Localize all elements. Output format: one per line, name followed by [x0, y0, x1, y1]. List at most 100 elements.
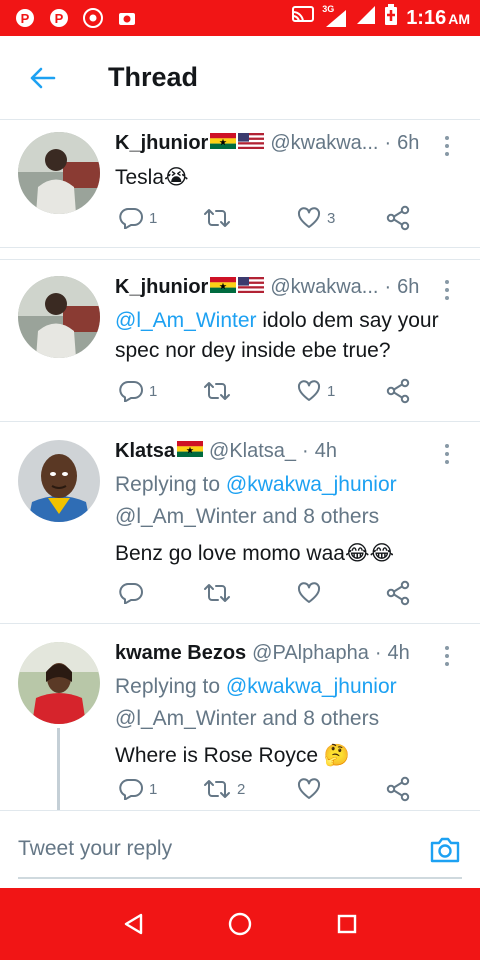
separator-dot: ·: [374, 642, 382, 664]
share-button[interactable]: [385, 203, 411, 233]
usa-flag-icon: [238, 132, 265, 149]
camera-icon[interactable]: [428, 833, 462, 867]
handle[interactable]: @PAlphapha: [252, 642, 369, 665]
more-options-icon[interactable]: [438, 278, 456, 302]
separator-dot: ·: [302, 440, 309, 462]
reply-icon: [119, 381, 143, 402]
avatar[interactable]: [18, 276, 100, 358]
share-button[interactable]: [385, 774, 411, 804]
reply-button[interactable]: [119, 578, 149, 608]
reply-composer: Tweet your reply: [0, 810, 480, 888]
heart-icon: [297, 380, 321, 401]
tweet-text: Tesla😭: [115, 165, 189, 189]
app-header: Thread: [0, 36, 480, 120]
mention-link[interactable]: @kwakwa_jhunior: [226, 675, 397, 698]
display-name[interactable]: K_jhunior: [115, 132, 208, 155]
share-icon: [386, 580, 410, 606]
nav-back-button[interactable]: [113, 904, 153, 944]
tweet[interactable]: K_jhunior @kwakwa... · 6h Tesla😭 1 3: [0, 120, 480, 248]
share-button[interactable]: [385, 578, 411, 608]
avatar[interactable]: [18, 642, 100, 724]
heart-icon: [297, 582, 321, 603]
arrow-left-icon: [30, 67, 56, 88]
tweet[interactable]: Klatsa @Klatsa_ · 4h Replying to @kwakwa…: [0, 422, 480, 624]
more-options-icon[interactable]: [438, 134, 456, 158]
signal-3g-icon: 3G: [322, 4, 348, 28]
tweet-text: @l_Am_Winter idolo dem say your spec nor…: [115, 309, 439, 362]
retweet-icon: [204, 209, 230, 227]
mention-link[interactable]: @l_Am_Winter: [115, 309, 257, 332]
like-count: 3: [327, 209, 336, 227]
nav-recents-button[interactable]: [327, 904, 367, 944]
page-title: Thread: [108, 62, 199, 92]
battery-charging-icon: [384, 4, 398, 32]
like-button[interactable]: 1: [297, 376, 335, 406]
handle[interactable]: @kwakwa...: [270, 132, 378, 155]
tweet-actions: 1 1: [115, 376, 425, 406]
back-button[interactable]: [12, 48, 72, 108]
reply-input[interactable]: Tweet your reply: [18, 837, 172, 861]
tweet-actions: 1 2: [115, 774, 425, 804]
replying-to: Replying to @kwakwa_jhunior: [115, 473, 397, 496]
replying-to: Replying to @kwakwa_jhunior: [115, 675, 397, 698]
nav-home-button[interactable]: [220, 904, 260, 944]
replying-to-others-link[interactable]: @l_Am_Winter and 8 others: [115, 502, 460, 532]
retweet-icon: [204, 584, 230, 602]
more-options-icon[interactable]: [438, 442, 456, 466]
system-nav-bar: [0, 888, 480, 960]
reply-icon: [119, 208, 143, 229]
like-button[interactable]: [297, 774, 327, 804]
tweet-actions: 1 3: [115, 203, 425, 233]
retweet-button[interactable]: [203, 578, 237, 608]
replying-to-others-link[interactable]: @l_Am_Winter and 8 others: [115, 704, 460, 734]
heart-icon: [297, 207, 321, 228]
reply-button[interactable]: 1: [119, 376, 157, 406]
share-icon: [386, 776, 410, 802]
thinking-emoji: 🤔: [323, 743, 351, 767]
app-p-icon: P: [14, 7, 36, 29]
like-button[interactable]: [297, 578, 327, 608]
mention-link[interactable]: @kwakwa_jhunior: [226, 473, 397, 496]
retweet-button[interactable]: [203, 376, 237, 406]
like-button[interactable]: 3: [297, 203, 335, 233]
clock: 1:16 AM: [406, 6, 470, 29]
reply-icon: [119, 779, 143, 800]
retweet-button[interactable]: 2: [203, 774, 245, 804]
display-name[interactable]: K_jhunior: [115, 276, 208, 299]
thread-separator: [0, 248, 480, 260]
chrome-icon: [82, 7, 104, 29]
cast-icon: [292, 6, 315, 30]
tweet-header: Klatsa @Klatsa_ · 4h: [115, 440, 460, 468]
ghana-flag-icon: [210, 132, 237, 149]
tweet-header: K_jhunior @kwakwa... · 6h: [115, 132, 460, 160]
camera-app-icon: [116, 7, 138, 29]
display-name[interactable]: kwame Bezos: [115, 642, 246, 665]
crying-emoji: 😭: [164, 165, 189, 189]
reply-count: 1: [149, 780, 158, 798]
reply-count: 1: [149, 209, 158, 227]
separator-dot: ·: [384, 276, 392, 298]
tweet-actions: [115, 578, 425, 608]
reply-button[interactable]: 1: [119, 203, 157, 233]
share-button[interactable]: [385, 376, 411, 406]
more-options-icon[interactable]: [438, 644, 456, 668]
signal-icon: [356, 5, 376, 31]
tweet-text: Benz go love momo waa😂😂: [115, 541, 395, 565]
handle[interactable]: @Klatsa_: [209, 440, 296, 463]
avatar[interactable]: [18, 440, 100, 522]
retweet-button[interactable]: [203, 203, 237, 233]
avatar[interactable]: [18, 132, 100, 214]
tweet-header: K_jhunior @kwakwa... · 6h: [115, 276, 460, 304]
reply-icon: [119, 583, 143, 604]
display-name[interactable]: Klatsa: [115, 440, 175, 463]
tweet[interactable]: kwame Bezos @PAlphapha · 4h Replying to …: [0, 624, 480, 810]
handle[interactable]: @kwakwa...: [270, 276, 378, 299]
circle-home-icon: [228, 912, 252, 936]
reply-button[interactable]: 1: [119, 774, 157, 804]
tweet-text: Where is Rose Royce 🤔: [115, 743, 351, 767]
retweet-icon: [204, 382, 230, 400]
timestamp: 6h: [397, 276, 420, 298]
svg-text:P: P: [21, 11, 30, 26]
tweet[interactable]: K_jhunior @kwakwa... · 6h @l_Am_Winter i…: [0, 260, 480, 422]
timestamp: 4h: [387, 642, 410, 664]
